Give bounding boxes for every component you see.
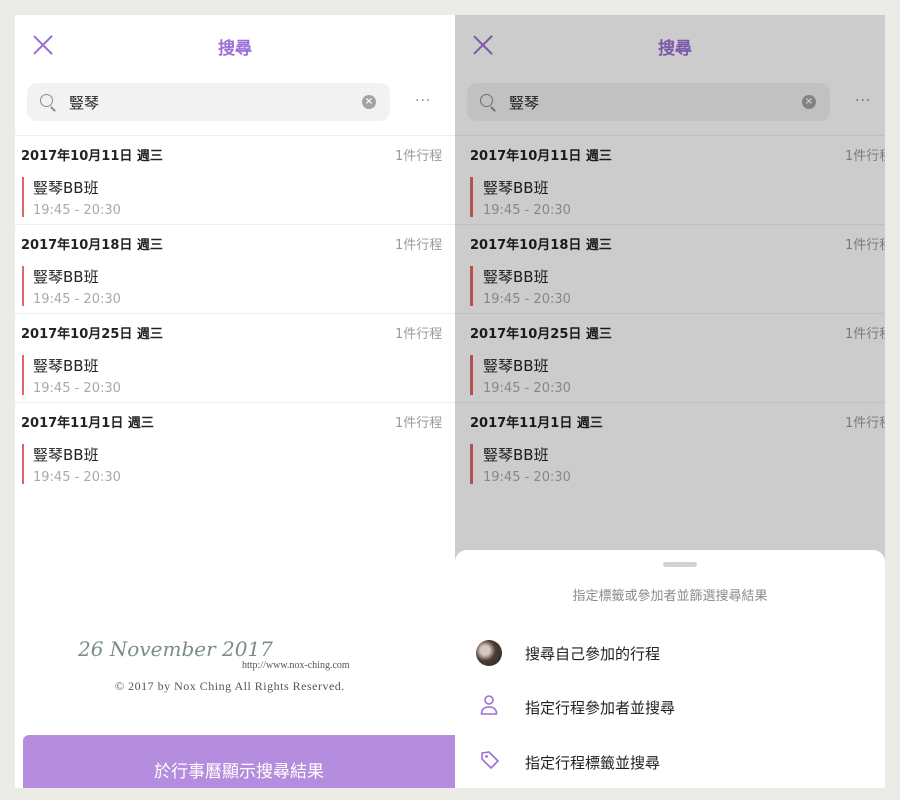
group-count: 1件行程 (395, 238, 443, 253)
event-time: 19:45 - 20:30 (33, 203, 121, 218)
result-group: 2017年10月11日 週三 1件行程 豎琴BB班 19:45 - 20:30 (15, 135, 455, 224)
filter-participants-item[interactable]: 指定行程參加者並搜尋 (455, 682, 885, 732)
top-bar: 搜尋 (15, 15, 455, 75)
result-group: 2017年10月25日 週三 1件行程 豎琴BB班 19:45 - 20:30 (15, 313, 455, 402)
event-title[interactable]: 豎琴BB班 (33, 177, 99, 198)
results-list: 2017年10月11日 週三 1件行程 豎琴BB班 19:45 - 20:30 … (15, 135, 455, 491)
event-color-bar (22, 355, 24, 395)
event-time: 19:45 - 20:30 (33, 381, 121, 396)
group-date: 2017年10月11日 週三 (21, 149, 163, 164)
filter-own-events-item[interactable]: 搜尋自己參加的行程 (455, 628, 885, 678)
result-group: 2017年11月1日 週三 1件行程 豎琴BB班 19:45 - 20:30 (15, 402, 455, 491)
event-time: 19:45 - 20:30 (33, 470, 121, 485)
clear-icon[interactable]: × (362, 95, 376, 109)
sheet-drag-handle[interactable] (663, 562, 697, 567)
group-date: 2017年11月1日 週三 (21, 416, 154, 431)
tag-icon (481, 751, 499, 769)
show-in-calendar-button[interactable]: 於行事曆顯示搜尋結果 (23, 735, 455, 788)
event-time: 19:45 - 20:30 (33, 292, 121, 307)
search-screen: 搜尋 豎琴 × ··· 2017年10月11日 週三 1件行程 豎琴BB班 19… (15, 15, 455, 788)
group-date: 2017年10月25日 週三 (21, 327, 163, 342)
search-input-value: 豎琴 (69, 94, 100, 112)
watermark: 26 November 2017 http://www.nox-ching.co… (75, 635, 395, 705)
event-color-bar (22, 177, 24, 217)
group-count: 1件行程 (395, 149, 443, 164)
search-input[interactable]: 豎琴 × (27, 83, 390, 121)
event-title[interactable]: 豎琴BB班 (33, 444, 99, 465)
watermark-date: 26 November 2017 (78, 637, 273, 661)
watermark-url: http://www.nox-ching.com (242, 660, 350, 671)
filter-bottom-sheet: 指定標籤或參加者並篩選搜尋結果 搜尋自己參加的行程 指定行程參加者並搜尋 指定行… (455, 550, 885, 788)
group-count: 1件行程 (395, 327, 443, 342)
screenshot-frame: 搜尋 豎琴 × ··· 2017年10月11日 週三 1件行程 豎琴BB班 19… (15, 15, 885, 788)
event-title[interactable]: 豎琴BB班 (33, 266, 99, 287)
event-color-bar (22, 266, 24, 306)
filter-tags-item[interactable]: 指定行程標籤並搜尋 (455, 737, 885, 787)
event-color-bar (22, 444, 24, 484)
person-icon (480, 695, 498, 715)
more-horizontal-icon[interactable]: ··· (415, 93, 431, 109)
filter-item-label: 指定行程標籤並搜尋 (525, 754, 661, 772)
filter-item-label: 指定行程參加者並搜尋 (525, 699, 676, 717)
result-group: 2017年10月18日 週三 1件行程 豎琴BB班 19:45 - 20:30 (15, 224, 455, 313)
avatar (476, 640, 502, 666)
group-date: 2017年10月18日 週三 (21, 238, 163, 253)
filter-item-label: 搜尋自己參加的行程 (525, 645, 661, 663)
sheet-hint: 指定標籤或參加者並篩選搜尋結果 (572, 589, 768, 604)
search-icon (40, 94, 53, 107)
watermark-copyright: © 2017 by Nox Ching All Rights Reserved. (115, 679, 345, 693)
event-title[interactable]: 豎琴BB班 (33, 355, 99, 376)
group-count: 1件行程 (395, 416, 443, 431)
page-title: 搜尋 (218, 39, 252, 59)
